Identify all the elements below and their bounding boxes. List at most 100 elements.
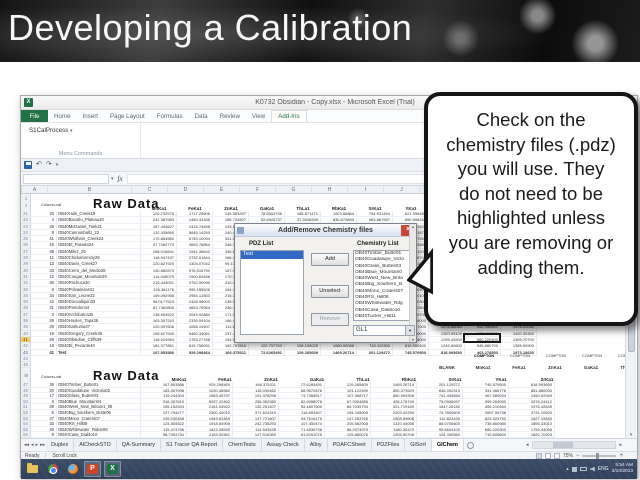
chemistry-list-item[interactable]: OB40Guadalupe_Victo [354,257,407,263]
nav-first-icon[interactable]: ◂◂ [24,442,29,448]
redo-icon[interactable]: ↷ [46,161,52,169]
zoom-slider-thumb[interactable] [596,453,599,459]
chemistry-list-item[interactable]: OB40Glass_Buttes03 [354,264,407,270]
ribbon-tab[interactable]: Review [214,110,246,122]
ribbon-tab[interactable]: Home [48,110,77,122]
sheet-tab[interactable]: ChemTests [223,439,262,451]
nav-last-icon[interactable]: ▸▸ [40,442,45,448]
view-break-icon[interactable] [554,453,560,459]
zoom-slider[interactable] [582,455,616,457]
sheet-tab-bar: ◂◂ ◂ ▸ ▸▸ DuplexAlCheckSTDQA-SummaryS1 T… [21,438,637,451]
ribbon-tab[interactable]: Data [189,110,214,122]
ribbon-tab[interactable]: Formulas [151,110,189,122]
compton-label: COMPTON [538,353,574,358]
compton-element-label: FeKa1 [501,365,537,370]
row-number[interactable]: 45 [21,362,31,368]
row-number[interactable]: 43 [21,350,31,356]
scroll-left-icon[interactable]: ◂ [526,442,529,448]
scroll-down-icon[interactable]: ▾ [410,337,416,342]
column-letter[interactable]: B [48,186,132,193]
sheet-tab[interactable]: PDZFiles [372,439,406,451]
callout-line: do not need to be [432,182,630,207]
ribbon-tab[interactable]: Add-Ins [271,110,306,122]
sheet-tab[interactable]: S1 Tracer QA Report [161,439,223,451]
nav-prev-icon[interactable]: ◂ [31,442,34,448]
chemistry-list-item[interactable]: OB40Tucker_Hill11 [354,314,407,320]
column-letter[interactable]: D [168,186,204,193]
chrome-icon[interactable] [44,461,61,477]
ribbon-tab[interactable]: Insert [77,110,104,122]
remove-button[interactable]: Remove [311,313,349,326]
column-letter[interactable]: F [240,186,276,193]
ribbon-tab[interactable]: View [246,110,271,122]
add-button[interactable]: Add [311,253,349,266]
speaker-icon[interactable] [590,467,595,472]
system-tray: ▴ ENG 5:54 AM3/10/2013 [566,463,637,475]
firefox-icon[interactable] [64,461,81,477]
column-letter[interactable]: I [348,186,384,193]
pdz-list-label: PDZ List [249,241,273,247]
addin-menu-button[interactable]: S1CalProcess ▾ [29,127,72,134]
pdz-list-item[interactable]: Test [241,251,303,259]
sheet-tab[interactable]: Assay Check [262,439,305,451]
zoom-in-icon[interactable]: + [619,453,623,459]
nav-next-icon[interactable]: ▸ [36,442,39,448]
excel-icon[interactable]: X [104,461,121,477]
battery-icon[interactable] [580,467,587,471]
chemistry-combo[interactable]: GL1 ▾ [353,325,415,336]
language-indicator[interactable]: ENG [598,466,609,472]
compton-label: COMPTON [502,353,538,358]
tray-up-icon[interactable]: ▴ [566,466,569,472]
sheet-tab[interactable]: QA-Summary [117,439,161,451]
insert-sheet-icon[interactable] [467,442,474,449]
horizontal-scrollbar[interactable]: ◂ ▸ [523,441,623,449]
zoom-out-icon[interactable]: − [576,453,580,459]
name-box[interactable] [23,174,109,184]
scrollbar-track[interactable] [532,441,617,449]
column-letter[interactable]: E [204,186,240,193]
column-letter[interactable]: H [312,186,348,193]
view-layout-icon[interactable] [545,453,551,459]
sheet-tab[interactable]: GlSort [405,439,432,451]
sheet-tab[interactable]: AlCheckSTD [74,439,116,451]
clock[interactable]: 5:54 AM3/10/2013 [612,463,633,475]
scroll-up-icon[interactable]: ▴ [410,224,416,229]
column-letter[interactable]: J [384,186,420,193]
sheet-tab[interactable]: Alloy [305,439,328,451]
scrollbar-thumb[interactable] [553,442,573,448]
selected-cell[interactable] [463,333,501,343]
namebox-dropdown-icon[interactable]: ▾ [111,176,114,182]
scroll-down-icon[interactable]: ▾ [626,432,636,438]
cell-sample-name: Test [57,350,141,356]
cell-value: 167.853586 [141,350,177,356]
sheet-tab[interactable]: PDAFCSheet [328,439,372,451]
column-letter[interactable]: C [132,186,168,193]
chemistry-list-label: Chemistry List [357,241,399,247]
action-center-icon[interactable] [572,467,577,472]
column-letter[interactable]: A [22,186,48,193]
save-icon[interactable] [24,161,32,169]
ribbon-tab[interactable]: Page Layout [104,110,151,122]
sheet-tab[interactable]: GlChem [432,439,464,451]
sheet-tab[interactable]: Duplex [46,439,74,451]
bottom-table-header: 46 Column-val Raw Data MnKa1FeKa1ZnKa1Ga… [31,368,626,382]
bottom-table-rows: 4736OB40Timber_Butte01167.853586929.2984… [21,382,626,438]
qat-dropdown-icon[interactable]: ▾ [56,162,59,168]
powerpoint-icon[interactable]: P [84,461,101,477]
chemistry-list-item[interactable]: OB40Big_Southern_B [354,282,407,288]
slide-title: Developing a Calibration [8,7,412,49]
dialog-title-bar: Add/Remove Chemistry files × [235,224,416,237]
unselect-button[interactable]: Unselect [311,285,349,298]
undo-icon[interactable]: ↶ [36,161,42,169]
chemistry-list-item[interactable]: OB40Whitewater_Rdg [354,301,407,307]
view-normal-icon[interactable] [536,453,542,459]
file-explorer-icon[interactable] [24,461,41,477]
pdz-list[interactable]: Test [240,250,304,335]
chevron-down-icon[interactable]: ▾ [405,326,414,335]
compton-label: COMPTON [466,353,502,358]
time: 5:54 AM [615,463,633,468]
tab-file[interactable]: File [21,110,48,122]
scroll-right-icon[interactable]: ▸ [619,442,622,448]
chemistry-list[interactable]: OB40Timber_Butte01OB40Guadalupe_VictoOB4… [353,250,415,321]
column-letter[interactable]: G [276,186,312,193]
